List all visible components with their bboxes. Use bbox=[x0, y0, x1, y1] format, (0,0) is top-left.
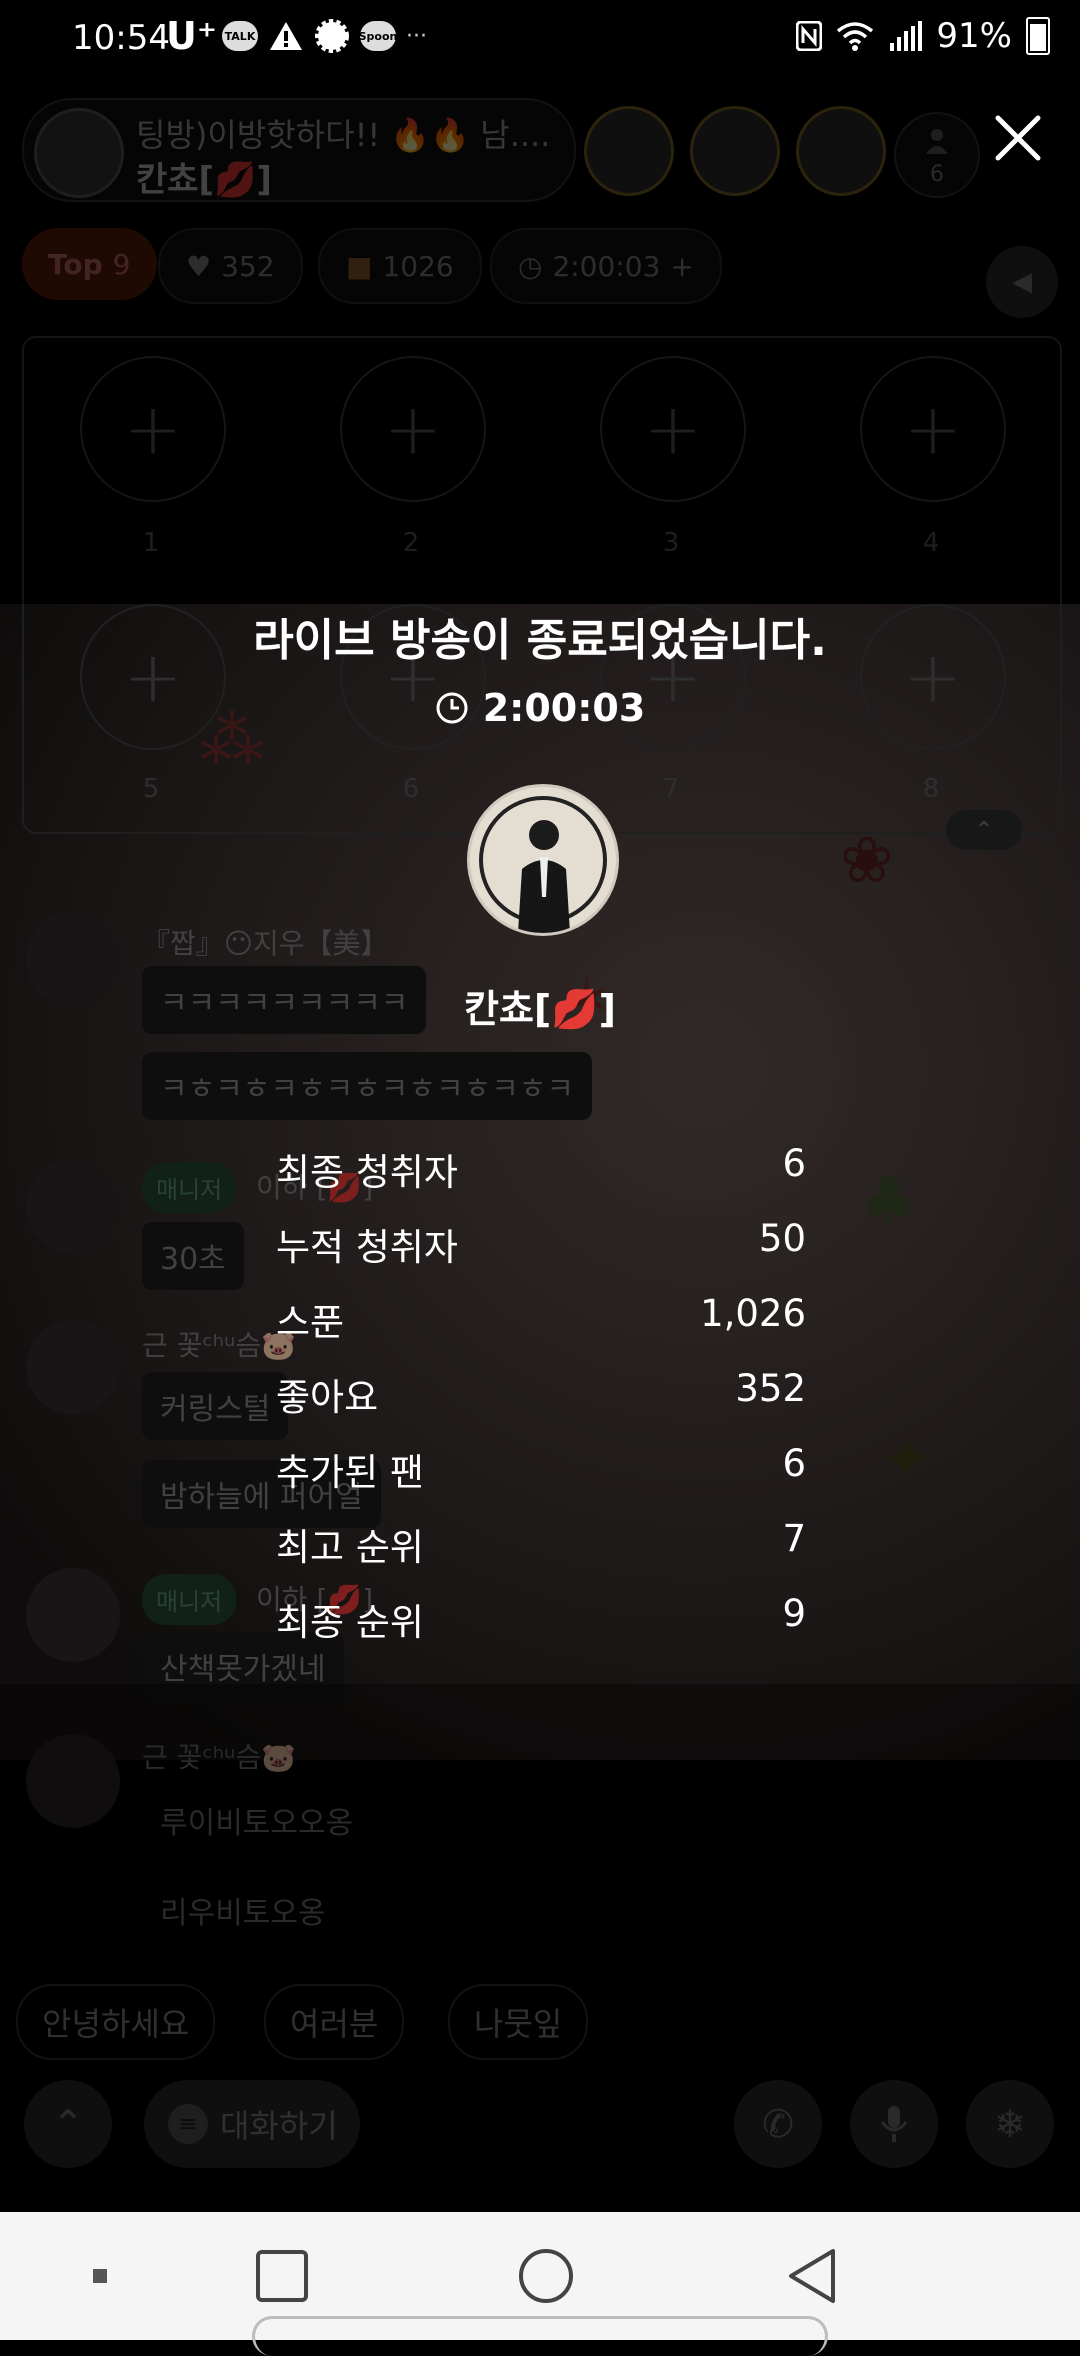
nav-recent-dot-button[interactable] bbox=[68, 2244, 132, 2308]
host-avatar bbox=[467, 784, 619, 936]
stat-label: 좋아요 bbox=[276, 1376, 379, 1419]
ended-duration: 2:00:03 bbox=[482, 686, 646, 730]
stat-row: 좋아요 352 bbox=[276, 1359, 806, 1434]
stat-row: 최고 순위 7 bbox=[276, 1509, 806, 1584]
stat-row: 최종 청취자 6 bbox=[276, 1134, 806, 1209]
signal-icon bbox=[890, 21, 923, 51]
stat-row: 추가된 팬 6 bbox=[276, 1434, 806, 1509]
nav-recents-button[interactable] bbox=[250, 2244, 314, 2308]
notification-icons: TALK Spoon ··· bbox=[222, 18, 427, 54]
battery-percent: 91% bbox=[936, 16, 1012, 56]
stat-label: 최종 청취자 bbox=[276, 1151, 458, 1194]
back-triangle-icon bbox=[789, 2249, 835, 2303]
warning-icon bbox=[270, 22, 302, 50]
settings-gear-icon bbox=[315, 19, 349, 53]
stat-label: 최고 순위 bbox=[276, 1526, 424, 1569]
stat-label: 추가된 팬 bbox=[276, 1451, 424, 1494]
stat-row: 누적 청취자 50 bbox=[276, 1209, 806, 1284]
bottom-dim-overlay bbox=[0, 1684, 1080, 2212]
close-icon[interactable] bbox=[990, 110, 1046, 166]
stat-value: 50 bbox=[758, 1217, 806, 1260]
spoon-icon: Spoon bbox=[359, 21, 397, 51]
wifi-icon bbox=[837, 22, 874, 51]
stat-value: 9 bbox=[782, 1592, 806, 1635]
stat-label: 스푼 bbox=[276, 1301, 345, 1344]
battery-icon bbox=[1026, 17, 1050, 55]
kakaotalk-icon: TALK bbox=[222, 21, 258, 51]
stat-label: 누적 청취자 bbox=[276, 1226, 458, 1269]
status-bar: 10:54 U⁺ TALK Spoon ··· 91% bbox=[0, 0, 1080, 76]
carrier-label: U⁺ bbox=[166, 14, 217, 58]
stat-label: 최종 순위 bbox=[276, 1601, 424, 1644]
square-icon bbox=[256, 2250, 308, 2302]
stat-value: 1,026 bbox=[700, 1292, 806, 1335]
stat-value: 7 bbox=[782, 1517, 806, 1560]
stat-value: 352 bbox=[735, 1367, 806, 1410]
status-right: 91% bbox=[796, 16, 1050, 56]
broadcast-stats: 최종 청취자 6 누적 청취자 50 스푼 1,026 좋아요 352 추가된 … bbox=[276, 1134, 806, 1659]
ended-host-name: 칸쵸[💋] bbox=[464, 987, 616, 1031]
stat-row: 최종 순위 9 bbox=[276, 1584, 806, 1659]
stat-value: 6 bbox=[782, 1142, 806, 1185]
host-portrait-image bbox=[470, 787, 616, 933]
ended-duration-row: 2:00:03 bbox=[0, 686, 1080, 730]
ended-title: 라이브 방송이 종료되었습니다. bbox=[253, 615, 827, 666]
stat-row: 스푼 1,026 bbox=[276, 1284, 806, 1359]
nav-home-button[interactable] bbox=[514, 2244, 578, 2308]
clock-icon bbox=[436, 692, 468, 724]
nfc-icon bbox=[796, 21, 823, 51]
stat-value: 6 bbox=[782, 1442, 806, 1485]
gesture-handle bbox=[252, 2316, 828, 2356]
system-navigation-bar bbox=[0, 2212, 1080, 2356]
status-time: 10:54 bbox=[72, 18, 170, 58]
more-notifications-icon: ··· bbox=[406, 23, 427, 49]
nav-back-button[interactable] bbox=[780, 2244, 844, 2308]
small-square-icon bbox=[93, 2269, 107, 2283]
top-dim-overlay bbox=[0, 76, 1080, 604]
circle-icon bbox=[519, 2249, 573, 2303]
